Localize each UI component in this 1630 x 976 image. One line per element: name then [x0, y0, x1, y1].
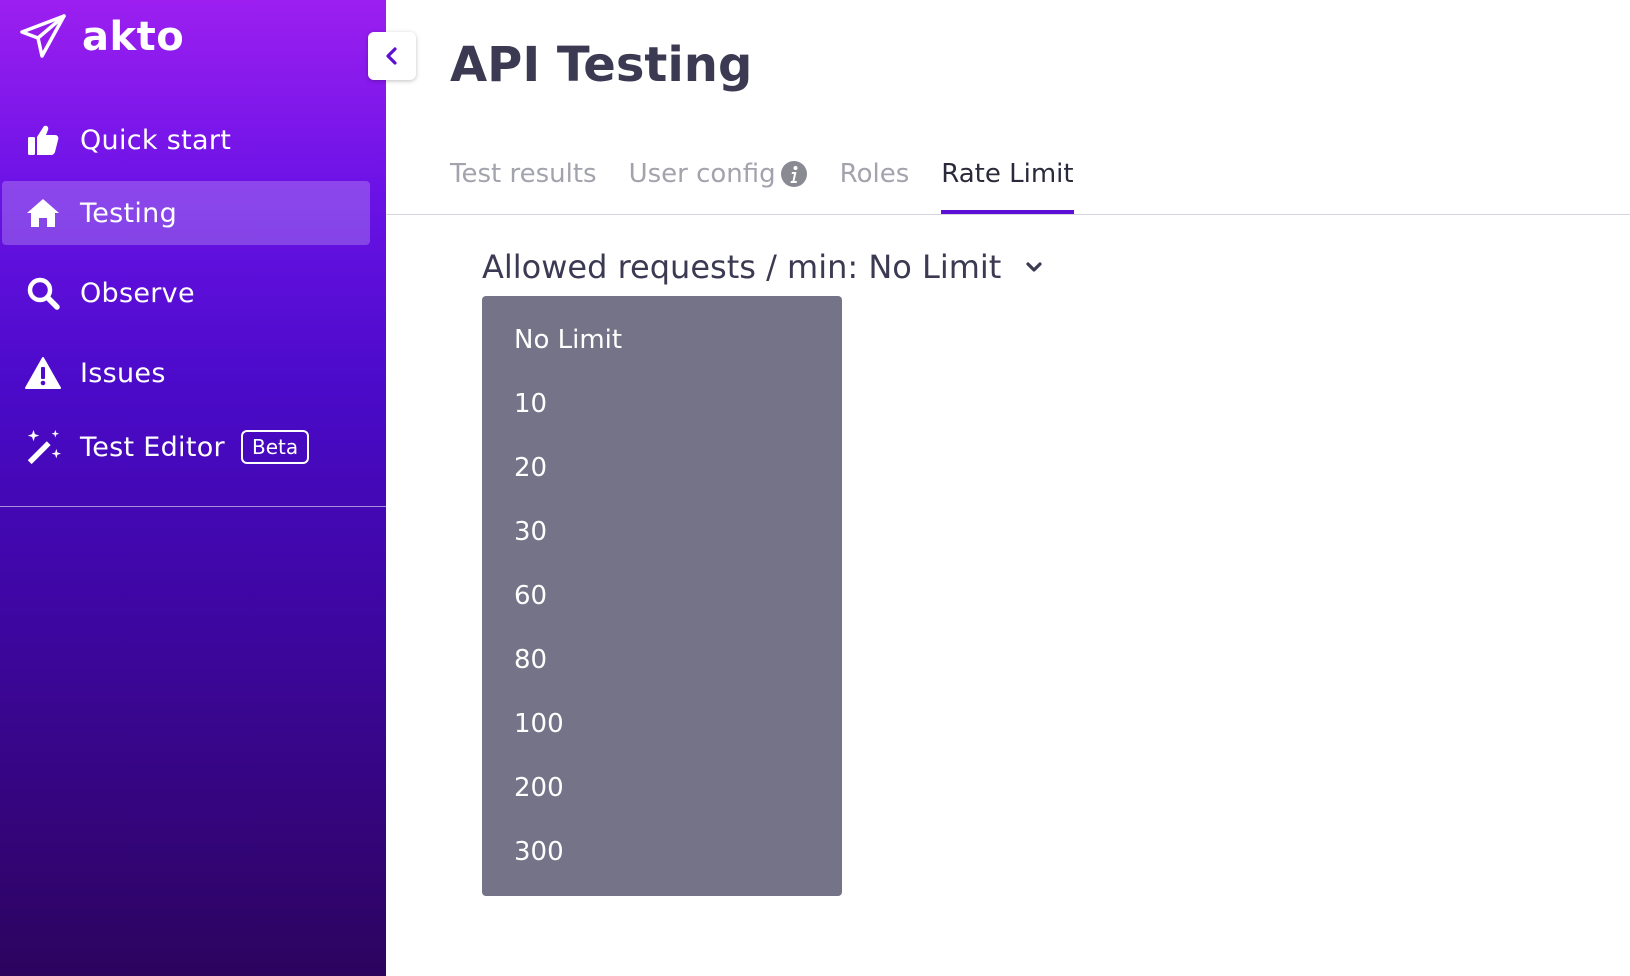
page-title: API Testing — [450, 37, 753, 93]
tab-roles[interactable]: Roles — [840, 150, 910, 214]
thumbs-up-icon — [24, 121, 62, 159]
magic-wand-icon — [24, 428, 62, 466]
app-window: akto Quick start Testing Observe Issues … — [0, 0, 1630, 976]
rate-limit-select[interactable]: Allowed requests / min: No Limit — [482, 248, 1045, 286]
dropdown-option-200[interactable]: 200 — [482, 756, 842, 820]
chevron-down-icon — [1026, 262, 1042, 272]
dropdown-option-80[interactable]: 80 — [482, 628, 842, 692]
rate-limit-dropdown-menu: No Limit 10 20 30 60 80 100 200 300 — [482, 296, 842, 896]
sidebar-item-label: Test Editor — [80, 431, 225, 463]
sidebar-item-label: Testing — [80, 197, 178, 229]
tab-label: Roles — [839, 159, 910, 189]
sidebar-item-label: Issues — [80, 357, 166, 389]
info-icon[interactable] — [780, 160, 808, 188]
paper-plane-icon — [20, 14, 66, 58]
tab-label: Rate Limit — [941, 159, 1074, 189]
tab-label: User config — [628, 159, 776, 189]
tab-bar: Test results User config Roles Rate Limi… — [450, 150, 1106, 216]
sidebar-item-issues[interactable]: Issues — [2, 341, 370, 405]
sidebar-item-observe[interactable]: Observe — [2, 261, 370, 325]
sidebar-item-test-editor[interactable]: Test Editor Beta — [2, 415, 370, 479]
dropdown-option-60[interactable]: 60 — [482, 564, 842, 628]
search-icon — [24, 274, 62, 312]
tab-rate-limit[interactable]: Rate Limit — [941, 150, 1074, 214]
dropdown-option-no-limit[interactable]: No Limit — [482, 308, 842, 372]
sidebar-item-testing[interactable]: Testing — [2, 181, 370, 245]
logo-text: akto — [82, 14, 185, 60]
tab-label: Test results — [450, 159, 597, 189]
dropdown-option-30[interactable]: 30 — [482, 500, 842, 564]
warning-icon — [24, 354, 62, 392]
home-icon — [24, 194, 62, 232]
main-content: API Testing Test results User config Rol… — [386, 0, 1630, 976]
tab-test-results[interactable]: Test results — [450, 150, 597, 214]
tab-user-config[interactable]: User config — [629, 150, 808, 214]
sidebar-item-label: Quick start — [80, 124, 232, 156]
logo[interactable]: akto — [18, 12, 184, 62]
sidebar-divider — [0, 506, 386, 507]
tabs-divider — [386, 214, 1630, 215]
dropdown-option-100[interactable]: 100 — [482, 692, 842, 756]
dropdown-option-20[interactable]: 20 — [482, 436, 842, 500]
dropdown-option-10[interactable]: 10 — [482, 372, 842, 436]
sidebar-item-label: Observe — [80, 277, 195, 309]
beta-badge: Beta — [240, 430, 310, 464]
sidebar: akto Quick start Testing Observe Issues … — [0, 0, 386, 976]
sidebar-item-quick-start[interactable]: Quick start — [2, 108, 370, 172]
dropdown-option-300[interactable]: 300 — [482, 820, 842, 884]
rate-limit-label: Allowed requests / min: No Limit — [482, 248, 1002, 286]
